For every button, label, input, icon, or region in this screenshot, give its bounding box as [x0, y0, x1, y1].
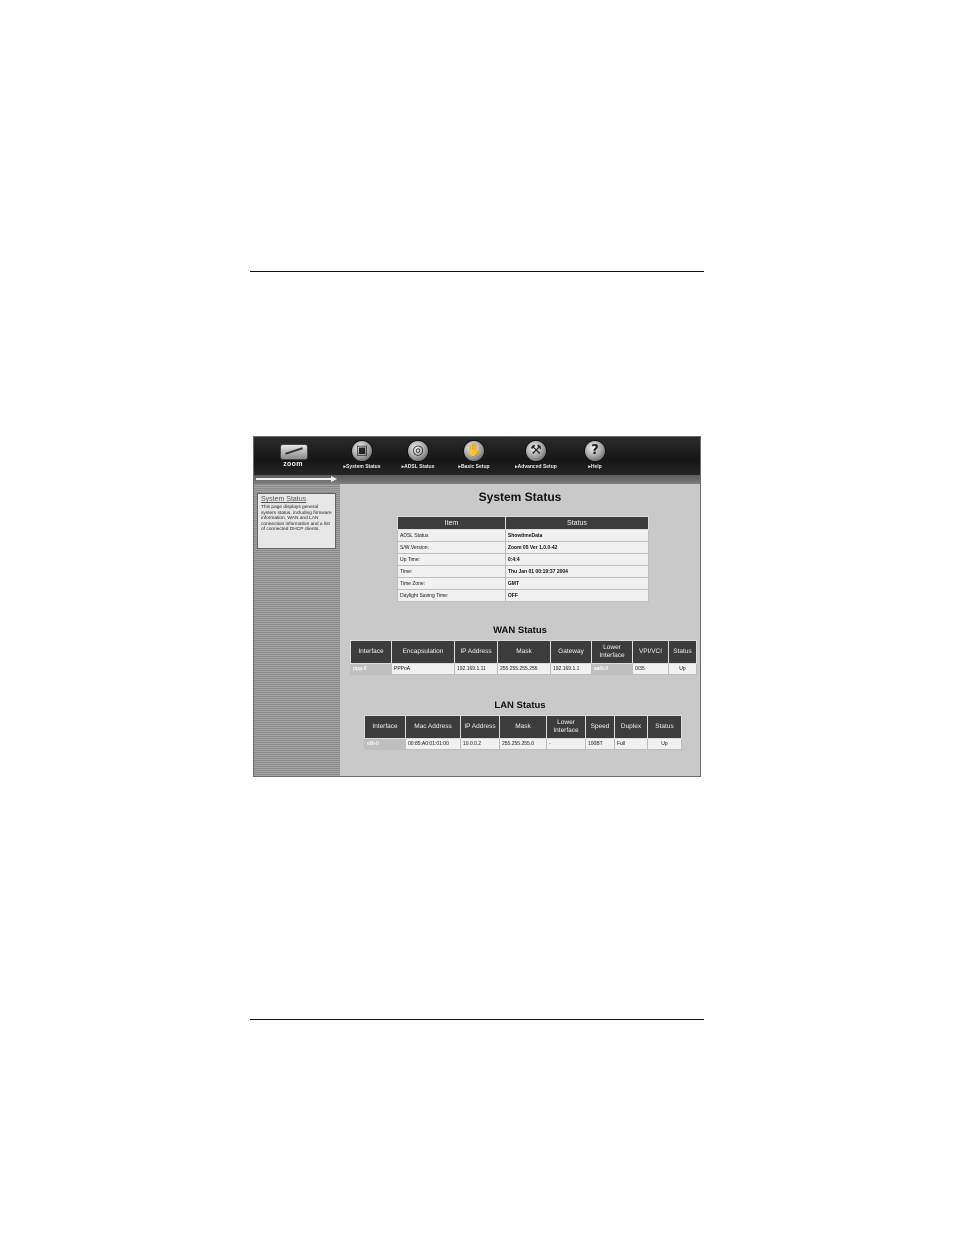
column-header: Duplex [614, 715, 648, 739]
table-row: S/W Version: Zoom 05 Ver 1.0.0-42 [397, 541, 650, 554]
column-header: VPI/VCI [632, 640, 669, 664]
nav-basic-setup-label: Basic Setup [452, 464, 496, 470]
status-cell: OFF [504, 589, 650, 602]
zoom-logo-icon [280, 444, 308, 460]
column-header: Speed [585, 715, 615, 739]
table-row: Daylight Saving Time: OFF [397, 589, 650, 602]
table-row: Up Time: 0:4:4 [397, 553, 650, 566]
zoom-logo[interactable]: zoom [278, 442, 308, 470]
nav-adsl-status[interactable]: ◎ ADSL Status [396, 437, 440, 475]
table-row: ADSL Status ShowtimeData [397, 529, 650, 542]
table-cell: 192.169.1.1 [550, 663, 592, 675]
main-content: System Status Item Status ADSL Status Sh… [340, 484, 700, 776]
system-status-title: System Status [478, 490, 562, 504]
table-row: ppp-0 PPPoA 192.169.1.11 255.255.255.255… [350, 663, 697, 675]
table-cell: 10.0.0.2 [460, 738, 500, 750]
item-cell: Time Zone: [397, 577, 506, 590]
magnifier-icon: ◎ [407, 440, 429, 462]
nav-advanced-setup-label: Advanced Setup [508, 464, 564, 470]
status-cell: GMT [504, 577, 650, 590]
item-cell: Time: [397, 565, 506, 578]
nav-advanced-setup[interactable]: ⚒ Advanced Setup [508, 437, 564, 475]
table-cell: 100BT [585, 738, 615, 750]
column-header: Status [647, 715, 682, 739]
help-description: This page displays general system status… [261, 505, 332, 533]
column-header: IP Address [454, 640, 498, 664]
globe-monitor-icon: ▣ [351, 440, 373, 462]
table-cell: 00:85:A0:01:01:00 [405, 738, 461, 750]
help-title-link[interactable]: System Status [261, 495, 332, 504]
table-header-row: Interface Mac Address IP Address Mask Lo… [364, 715, 682, 739]
nav-system-status[interactable]: ▣ System Status [340, 437, 384, 475]
interface-link[interactable]: ppp-0 [350, 663, 392, 675]
table-cell: 255.255.255.0 [499, 738, 547, 750]
column-header: Gateway [550, 640, 592, 664]
lan-status-title: LAN Status [494, 700, 546, 711]
wan-status-title: WAN Status [493, 625, 547, 636]
status-cell: Up [668, 663, 697, 675]
column-header: Mask [499, 715, 547, 739]
lan-status-table: Interface Mac Address IP Address Mask Lo… [364, 715, 682, 750]
wrench-icon: ⚒ [525, 440, 547, 462]
page-rule-top [250, 271, 704, 272]
table-header-row: Interface Encapsulation IP Address Mask … [350, 640, 697, 664]
question-icon: ? [584, 440, 606, 462]
table-row: Time Zone: GMT [397, 577, 650, 590]
column-header: Item [397, 516, 506, 530]
nav-basic-setup[interactable]: ✋ Basic Setup [452, 437, 496, 475]
router-web-ui: zoom ▣ System Status ◎ ADSL Status ✋ Bas… [253, 436, 701, 777]
column-header: IP Address [460, 715, 500, 739]
column-header: Status [504, 516, 650, 530]
hand-icon: ✋ [463, 440, 485, 462]
item-cell: Up Time: [397, 553, 506, 566]
top-navigation-bar: zoom ▣ System Status ◎ ADSL Status ✋ Bas… [254, 437, 700, 475]
column-header: Mac Address [405, 715, 461, 739]
nav-system-status-label: System Status [340, 464, 384, 470]
item-cell: S/W Version: [397, 541, 506, 554]
page-rule-bottom [250, 1019, 704, 1020]
nav-adsl-status-label: ADSL Status [396, 464, 440, 470]
nav-help[interactable]: ? Help [578, 437, 612, 475]
column-header: Interface [364, 715, 406, 739]
column-header: Status [668, 640, 697, 664]
item-cell: ADSL Status [397, 529, 506, 542]
arrow-right-icon [254, 476, 340, 483]
column-header: Lower Interface [591, 640, 633, 664]
nav-help-label: Help [578, 464, 612, 470]
table-cell: 0/35 [632, 663, 669, 675]
page-help-box: System Status This page displays general… [257, 493, 336, 549]
column-header: Interface [350, 640, 392, 664]
column-header: Encapsulation [391, 640, 455, 664]
sidebar: System Status This page displays general… [254, 484, 340, 776]
table-cell: 192.169.1.11 [454, 663, 498, 675]
status-cell: Up [647, 738, 682, 750]
table-cell: PPPoA [391, 663, 455, 675]
status-cell: Thu Jan 01 00:19:37 2004 [504, 565, 650, 578]
wan-status-table: Interface Encapsulation IP Address Mask … [350, 640, 697, 675]
column-header: Lower Interface [546, 715, 586, 739]
system-status-table: Item Status ADSL Status ShowtimeData S/W… [397, 516, 650, 602]
table-row: Time: Thu Jan 01 00:19:37 2004 [397, 565, 650, 578]
item-cell: Daylight Saving Time: [397, 589, 506, 602]
status-cell: ShowtimeData [504, 529, 650, 542]
table-row: eth-0 00:85:A0:01:01:00 10.0.0.2 255.255… [364, 738, 682, 750]
status-cell: 0:4:4 [504, 553, 650, 566]
zoom-logo-text: zoom [283, 461, 303, 468]
table-header-row: Item Status [397, 516, 650, 530]
status-cell: Zoom 05 Ver 1.0.0-42 [504, 541, 650, 554]
interface-link[interactable]: eth-0 [364, 738, 406, 750]
table-cell: - [546, 738, 586, 750]
table-cell: 255.255.255.255 [497, 663, 551, 675]
column-header: Mask [497, 640, 551, 664]
table-cell: Full [614, 738, 648, 750]
lower-interface-link[interactable]: aal5-0 [591, 663, 633, 675]
